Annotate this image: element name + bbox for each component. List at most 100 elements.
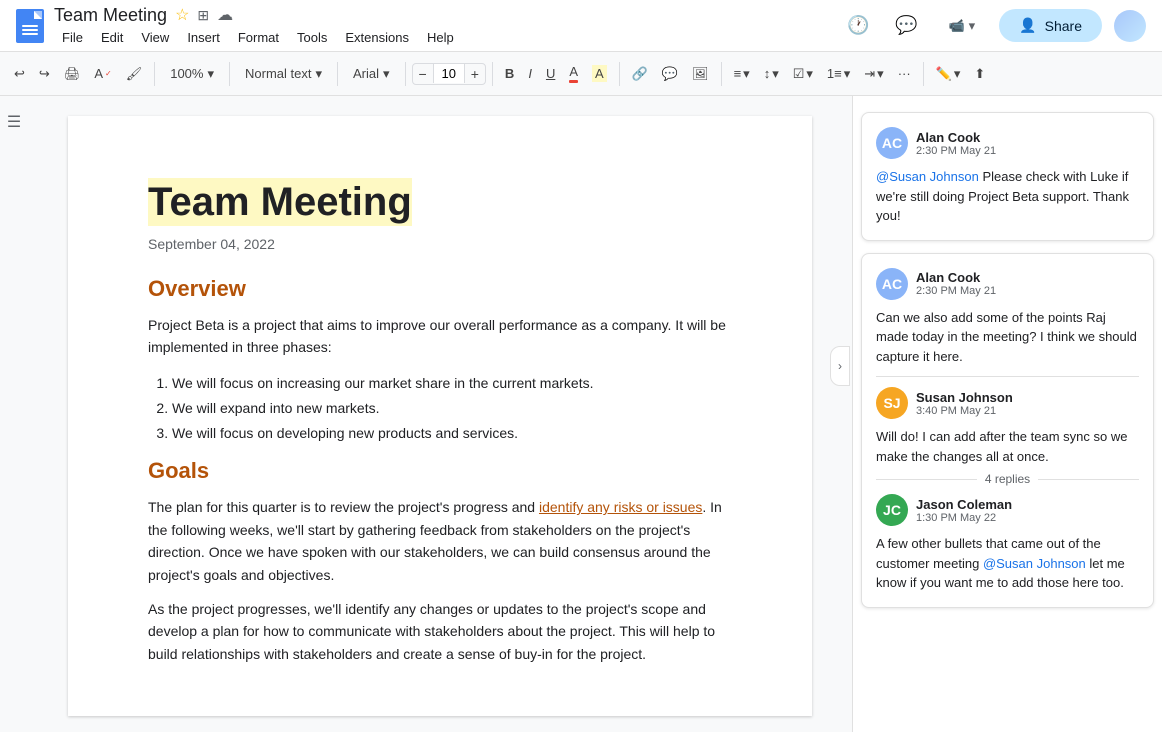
reply-header-susan: SJ Susan Johnson 3:40 PM May 21 [876,387,1139,419]
font-selector[interactable]: Arial ▾ [344,61,399,87]
increase-font-size-button[interactable]: + [465,64,485,84]
comment-icon: 💬 [662,66,678,82]
document-page: Team Meeting September 04, 2022 Overview… [68,116,812,716]
zoom-arrow-icon: ▾ [207,66,214,82]
comment-meta-1: Alan Cook 2:30 PM May 21 [916,130,996,157]
menu-insert[interactable]: Insert [179,28,228,47]
ordered-list-button[interactable]: 1≡▾ [821,62,856,86]
align-button[interactable]: ≡▾ [728,62,756,86]
share-people-icon: 👤 [1019,17,1036,34]
indent-icon: ⇥ [864,66,875,82]
outline-sidebar-toggle[interactable]: ☰ [1,108,27,136]
menu-edit[interactable]: Edit [93,28,131,47]
bold-icon: B [505,66,514,81]
user-avatar[interactable] [1114,10,1146,42]
comment-author-1: Alan Cook [916,130,996,145]
history-button[interactable]: 🕐 [840,8,876,44]
separator-3 [337,62,338,86]
thread-author-jason: Jason Coleman [916,497,1012,512]
comment-divider-1 [876,376,1139,377]
menu-file[interactable]: File [54,28,91,47]
comment-time-1: 2:30 PM May 21 [916,145,996,157]
decrease-font-size-button[interactable]: − [413,64,433,84]
link-button[interactable]: 🔗 [626,62,654,86]
menu-format[interactable]: Format [230,28,287,47]
share-button[interactable]: 👤 Share [999,9,1102,42]
document-title-text: Team Meeting [148,178,412,226]
history-icon[interactable]: ⊞ [197,7,209,24]
thread-mention[interactable]: @Susan Johnson [983,556,1086,571]
spell-check-icon: A [94,66,103,81]
spell-check-button[interactable]: A ✓ [88,62,117,85]
video-icon: 📹 [948,18,964,34]
goals-paragraph-2: As the project progresses, we'll identif… [148,598,732,665]
meet-arrow: ▾ [969,18,976,34]
overview-heading: Overview [148,276,732,302]
comment-meta-2: Alan Cook 2:30 PM May 21 [916,270,996,297]
underline-button[interactable]: U [540,62,561,85]
editing-icon: ✏️ [936,66,952,82]
menu-tools[interactable]: Tools [289,28,335,47]
italic-icon: I [528,66,532,81]
editing-mode-button[interactable]: ✏️▾ [930,62,967,86]
zoom-selector[interactable]: 100% ▾ [161,61,223,87]
align-icon: ≡ [734,66,742,81]
font-value: Arial [353,66,379,81]
font-arrow-icon: ▾ [383,66,390,82]
comment-card-2: AC Alan Cook 2:30 PM May 21 Can we also … [861,253,1154,608]
indent-button[interactable]: ⇥▾ [858,62,889,86]
cloud-icon[interactable]: ☁ [217,5,233,25]
title-section: Team Meeting ☆ ⊞ ☁ File Edit View Insert… [54,5,840,47]
overview-paragraph: Project Beta is a project that aims to i… [148,314,732,359]
redo-button[interactable]: ↪ [33,62,56,86]
separator-1 [154,62,155,86]
highlight-color-button[interactable]: A [586,61,613,86]
redo-icon: ↪ [39,66,50,82]
overview-list: We will focus on increasing our market s… [172,371,732,447]
line-spacing-button[interactable]: ↕▾ [758,62,785,86]
italic-button[interactable]: I [522,62,538,85]
font-size-container: − + [412,63,486,85]
font-size-input[interactable] [433,64,465,83]
title-right: 🕐 💬 📹 ▾ 👤 Share [840,8,1146,44]
comments-button[interactable]: 💬 [888,8,924,44]
print-icon: 🖨 [64,66,81,82]
underline-icon: U [546,66,555,81]
more-icon: ··· [898,66,911,81]
link-icon: 🔗 [632,66,648,82]
menu-bar: File Edit View Insert Format Tools Exten… [54,28,840,47]
outline-toggle-button[interactable]: ⬆ [968,62,991,86]
document-date: September 04, 2022 [148,236,732,252]
image-button[interactable]: 🖼 [686,62,715,86]
mention-1[interactable]: @Susan Johnson [876,169,979,184]
menu-help[interactable]: Help [419,28,462,47]
separator-4 [405,62,406,86]
replies-count[interactable]: 4 replies [876,472,1139,486]
separator-7 [721,62,722,86]
panel-collapse-button[interactable]: › [830,346,850,386]
star-icon[interactable]: ☆ [175,5,189,25]
list-item: We will focus on developing new products… [172,421,732,446]
meet-button[interactable]: 📹 ▾ [936,12,987,40]
comment-text-1: @Susan Johnson Please check with Luke if… [876,167,1139,226]
comment-time-2: 2:30 PM May 21 [916,285,996,297]
more-button[interactable]: ··· [892,62,917,85]
menu-view[interactable]: View [133,28,177,47]
comment-header-2: AC Alan Cook 2:30 PM May 21 [876,268,1139,300]
text-color-button[interactable]: A [563,60,584,87]
text-style-selector[interactable]: Normal text ▾ [236,61,331,87]
comment-header-1: AC Alan Cook 2:30 PM May 21 [876,127,1139,159]
menu-extensions[interactable]: Extensions [337,28,417,47]
print-button[interactable]: 🖨 [58,62,87,86]
undo-button[interactable]: ↩ [8,62,31,86]
text-color-icon: A [569,64,578,83]
reply-time-susan: 3:40 PM May 21 [916,405,1013,417]
bold-button[interactable]: B [499,62,520,85]
paint-format-button[interactable]: 🖌 [120,62,149,86]
thread-text-jason: A few other bullets that came out of the… [876,534,1139,593]
checklist-button[interactable]: ☑▾ [787,62,819,86]
comment-button[interactable]: 💬 [656,62,684,86]
goals-paragraph-1: The plan for this quarter is to review t… [148,496,732,586]
checklist-icon: ☑ [793,66,805,82]
reply-text-susan: Will do! I can add after the team sync s… [876,427,1139,466]
